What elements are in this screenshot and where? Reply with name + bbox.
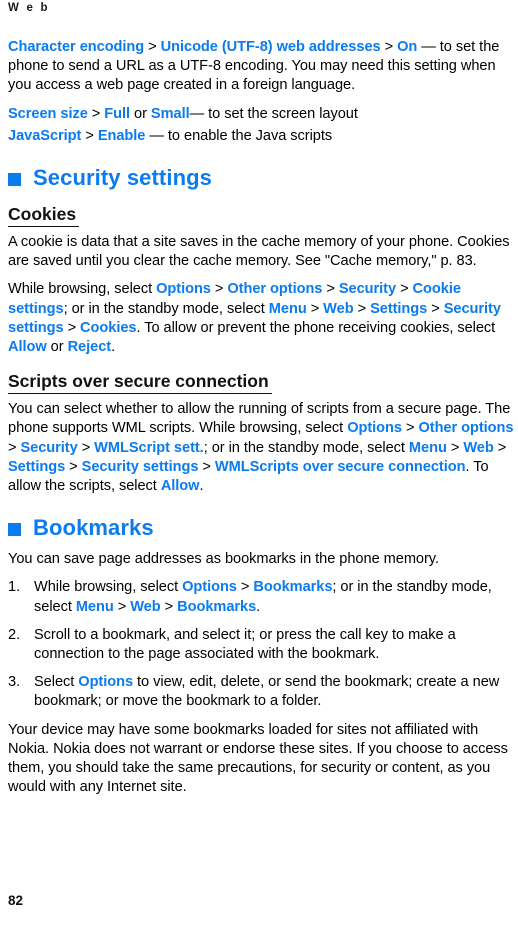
- paragraph-text: ; or in the standby mode, select: [63, 300, 269, 317]
- menu-reject: Reject: [67, 339, 112, 356]
- section-heading-security-settings: Security settings: [8, 166, 514, 190]
- filled-square-icon: [8, 522, 21, 536]
- setting-path-unicode-utf8: Unicode (UTF-8) web addresses: [160, 39, 381, 55]
- paragraph-scripts-path: You can select whether to allow the runn…: [8, 400, 514, 496]
- subheading-scripts-over-secure-connection: Scripts over secure connection: [8, 371, 514, 395]
- path-separator: >: [113, 598, 131, 615]
- menu-security-settings: Security settings: [81, 458, 199, 475]
- list-item: 2. Scroll to a bookmark, and select it; o…: [8, 626, 514, 664]
- section-heading-label: Security settings: [33, 165, 212, 191]
- setting-path-character-encoding: Character encoding: [8, 39, 145, 55]
- path-separator: >: [446, 439, 464, 456]
- menu-web: Web: [130, 598, 161, 615]
- path-separator: >: [396, 281, 413, 298]
- filled-square-icon: [8, 172, 21, 186]
- setting-path-javascript: JavaScript: [8, 127, 82, 144]
- menu-menu: Menu: [408, 439, 447, 456]
- path-separator: >: [380, 39, 398, 55]
- path-separator: >: [353, 300, 371, 317]
- path-separator: >: [401, 420, 419, 437]
- paragraph-text: .: [199, 478, 204, 495]
- menu-bookmarks: Bookmarks: [177, 598, 257, 615]
- menu-options: Options: [78, 674, 134, 691]
- path-separator: >: [8, 439, 21, 456]
- paragraph-text: — to set the screen layout: [189, 105, 358, 122]
- menu-menu: Menu: [75, 598, 114, 615]
- path-separator: >: [427, 300, 444, 317]
- subheading-label: Scripts over secure connection: [8, 371, 272, 395]
- path-separator: >: [63, 319, 81, 336]
- path-separator: >: [65, 458, 82, 475]
- menu-security: Security: [20, 439, 78, 456]
- list-item: 3. Select Options to view, edit, delete, …: [8, 673, 514, 711]
- page-number: 82: [8, 893, 24, 908]
- paragraph-bookmarks-intro: You can save page addresses as bookmarks…: [8, 551, 439, 568]
- paragraph-bookmarks-disclaimer: Your device may have some bookmarks load…: [8, 721, 508, 796]
- path-separator: >: [77, 439, 95, 456]
- path-separator: >: [236, 579, 254, 596]
- menu-options: Options: [156, 281, 211, 298]
- menu-other-options: Other options: [227, 281, 323, 298]
- list-item-number: 1.: [8, 579, 21, 596]
- path-separator: >: [198, 458, 215, 475]
- paragraph-text: . To allow or prevent the phone receivin…: [136, 319, 496, 336]
- paragraph-character-encoding: Character encoding > Unicode (UTF-8) web…: [8, 38, 514, 96]
- conjunction-or: or: [130, 105, 151, 122]
- menu-web: Web: [463, 439, 494, 456]
- list-item-number: 2.: [8, 626, 21, 643]
- section-heading-label: Bookmarks: [33, 515, 154, 541]
- path-separator: >: [306, 300, 324, 317]
- menu-options: Options: [182, 579, 237, 596]
- setting-value-small: Small: [150, 105, 190, 122]
- bookmarks-steps-list: 1. While browsing, select Options > Bookm…: [8, 578, 514, 711]
- setting-path-screen-size: Screen size: [8, 105, 88, 122]
- menu-allow: Allow: [160, 478, 200, 495]
- paragraph-text: While browsing, select: [34, 579, 183, 596]
- menu-menu: Menu: [268, 300, 307, 317]
- setting-value-full: Full: [104, 105, 131, 122]
- menu-cookies: Cookies: [80, 319, 137, 336]
- path-separator: >: [160, 598, 178, 615]
- menu-bookmarks: Bookmarks: [253, 579, 333, 596]
- setting-value-on: On: [397, 39, 418, 55]
- menu-wmlscripts-over-secure-connection: WMLScripts over secure connection: [214, 458, 466, 475]
- paragraph-text: ; or in the standby mode, select: [203, 439, 409, 456]
- path-separator: >: [87, 105, 105, 122]
- paragraph-text: .: [111, 339, 116, 356]
- subheading-label: Cookies: [8, 204, 80, 228]
- paragraph-text: — to enable the Java scripts: [145, 127, 333, 144]
- paragraph-text: .: [256, 598, 261, 615]
- paragraph-text: Scroll to a bookmark, and select it; or …: [34, 626, 456, 663]
- list-item: 1. While browsing, select Options > Bookm…: [8, 578, 514, 616]
- paragraph-cookies-path: While browsing, select Options > Other o…: [8, 280, 514, 357]
- running-header: W e b: [8, 2, 50, 14]
- path-separator: >: [210, 281, 228, 298]
- paragraph-javascript: JavaScript > Enable — to enable the Java…: [8, 127, 514, 146]
- paragraph-text: Select: [34, 674, 79, 691]
- path-separator: >: [81, 127, 98, 144]
- paragraph-text: While browsing, select: [8, 281, 157, 298]
- subheading-cookies: Cookies: [8, 204, 514, 228]
- paragraph-screen-size: Screen size > Full or Small— to set the …: [8, 105, 514, 124]
- menu-settings: Settings: [8, 458, 66, 475]
- menu-security: Security: [338, 281, 397, 298]
- paragraph-cookies-definition: A cookie is data that a site saves in th…: [8, 234, 510, 270]
- conjunction-or: or: [46, 339, 68, 356]
- menu-options: Options: [347, 420, 402, 437]
- menu-web: Web: [323, 300, 354, 317]
- path-separator: >: [493, 439, 507, 456]
- section-heading-bookmarks: Bookmarks: [8, 516, 514, 540]
- document-page: W e b Character encoding > Unicode (UTF-…: [0, 0, 518, 925]
- menu-wmlscript-sett: WMLScript sett.: [94, 439, 204, 456]
- path-separator: >: [144, 39, 161, 55]
- menu-other-options: Other options: [418, 420, 514, 437]
- page-content: Character encoding > Unicode (UTF-8) web…: [8, 38, 514, 806]
- menu-settings: Settings: [370, 300, 428, 317]
- setting-value-enable: Enable: [97, 127, 146, 144]
- path-separator: >: [322, 281, 339, 298]
- list-item-number: 3.: [8, 674, 21, 691]
- menu-allow: Allow: [8, 339, 47, 356]
